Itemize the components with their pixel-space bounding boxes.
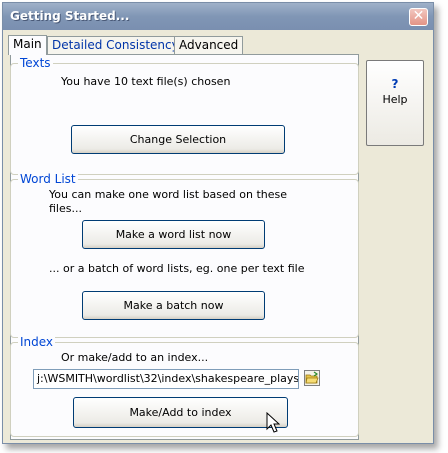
tab-detailed-consistency[interactable]: Detailed Consistency <box>47 36 184 54</box>
help-button[interactable]: ? Help <box>366 60 424 146</box>
make-word-list-button[interactable]: Make a word list now <box>82 220 265 249</box>
window-title: Getting Started... <box>10 9 130 23</box>
index-path-field[interactable]: j:\WSMITH\wordlist\32\index\shakespeare_… <box>33 369 299 389</box>
texts-info: You have 10 text file(s) chosen <box>61 75 231 88</box>
title-bar[interactable]: Getting Started... ✕ <box>3 3 433 30</box>
close-icon: ✕ <box>412 8 425 24</box>
batch-info: ... or a batch of word lists, eg. one pe… <box>49 262 305 275</box>
texts-group: Texts You have 10 text file(s) chosen Ch… <box>10 56 359 175</box>
tab-main[interactable]: Main <box>8 35 47 55</box>
index-group: Index Or make/add to an index... j:\WSMI… <box>10 335 359 437</box>
help-question-icon: ? <box>391 77 399 91</box>
index-info: Or make/add to an index... <box>61 351 209 364</box>
folder-open-icon[interactable] <box>304 370 320 386</box>
make-add-index-button[interactable]: Make/Add to index <box>73 397 288 428</box>
word-list-info-line1: You can make one word list based on thes… <box>49 188 288 201</box>
help-label: Help <box>382 93 408 106</box>
word-list-info-line2: files... <box>49 202 82 215</box>
tab-advanced[interactable]: Advanced <box>174 36 244 54</box>
texts-legend: Texts <box>18 56 53 70</box>
index-legend: Index <box>18 335 56 349</box>
make-batch-button[interactable]: Make a batch now <box>82 291 265 320</box>
mouse-pointer-icon <box>266 412 280 433</box>
word-list-legend: Word List <box>18 172 78 186</box>
main-tab-panel: Texts You have 10 text file(s) chosen Ch… <box>10 54 359 440</box>
change-selection-button[interactable]: Change Selection <box>71 125 285 154</box>
close-button[interactable]: ✕ <box>409 8 428 26</box>
word-list-group: Word List You can make one word list bas… <box>10 172 359 338</box>
getting-started-dialog: Getting Started... ✕ Main Detailed Consi… <box>2 2 434 444</box>
